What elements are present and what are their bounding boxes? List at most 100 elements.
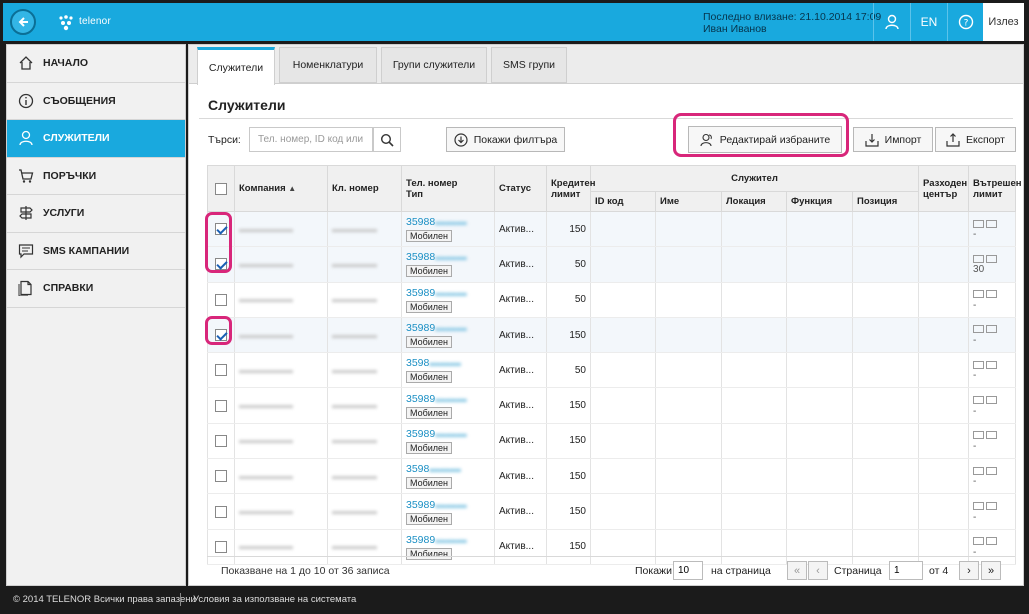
column-header-function[interactable]: Функция xyxy=(786,191,853,212)
sidebar-item-orders[interactable]: ПОРЪЧКИ xyxy=(7,158,185,195)
sidebar-item-services[interactable]: УСЛУГИ xyxy=(7,195,185,233)
table-row[interactable]: ▬▬▬▬▬▬ ▬▬▬▬▬ 35989▬▬▬ Мобилен Актив... 150- xyxy=(207,493,1017,530)
chat-icon[interactable] xyxy=(973,219,985,228)
column-header-id-code[interactable]: ID код xyxy=(590,191,656,212)
phone-link[interactable]: 35988▬▬▬ xyxy=(406,216,490,228)
column-header-company[interactable]: Компания ▲ xyxy=(234,165,328,212)
help-button[interactable]: ? xyxy=(947,3,983,41)
row-checkbox[interactable] xyxy=(215,223,227,236)
chat-icon[interactable] xyxy=(973,431,985,440)
column-header-phone[interactable]: Тел. номер Тип xyxy=(401,165,495,212)
sidebar-item-label: СЛУЖИТЕЛИ xyxy=(43,132,110,145)
tab-employees[interactable]: Служители xyxy=(197,47,275,85)
page-size-input[interactable] xyxy=(673,561,703,580)
table-row[interactable]: ▬▬▬▬▬▬ ▬▬▬▬▬ 35989▬▬▬ Мобилен Актив... 50- xyxy=(207,282,1017,318)
phone-link[interactable]: 35989▬▬▬ xyxy=(406,393,490,405)
phone-type-badge: Мобилен xyxy=(406,512,453,525)
sidebar-item-employees[interactable]: СЛУЖИТЕЛИ xyxy=(7,120,185,158)
row-checkbox[interactable] xyxy=(215,470,227,483)
row-checkbox[interactable] xyxy=(215,329,227,342)
select-all-checkbox[interactable] xyxy=(215,182,227,195)
chat-icon[interactable] xyxy=(973,395,985,404)
page-number-input[interactable] xyxy=(889,561,923,580)
column-header-client-no[interactable]: Кл. номер xyxy=(327,165,402,212)
table-row[interactable]: ▬▬▬▬▬▬ ▬▬▬▬▬ 35989▬▬▬ Мобилен Актив... 150- xyxy=(207,387,1017,424)
mail-icon[interactable] xyxy=(986,290,998,299)
chat-icon[interactable] xyxy=(973,325,985,334)
import-button[interactable]: Импорт xyxy=(853,127,933,152)
search-button[interactable] xyxy=(373,127,401,152)
tab-sms-groups[interactable]: SMS групи xyxy=(491,47,567,83)
table-row[interactable]: ▬▬▬▬▬▬ ▬▬▬▬▬ 35989▬▬▬ Мобилен Актив... 150- xyxy=(207,317,1017,354)
row-checkbox[interactable] xyxy=(215,540,227,553)
column-header-position[interactable]: Позиция xyxy=(851,191,920,212)
mail-icon[interactable] xyxy=(986,325,998,334)
column-header-location[interactable]: Локация xyxy=(721,191,787,212)
last-page-button[interactable]: » xyxy=(981,561,1001,580)
phone-link[interactable]: 35989▬▬▬ xyxy=(406,499,490,511)
mail-icon[interactable] xyxy=(986,360,998,369)
row-checkbox[interactable] xyxy=(215,434,227,447)
table-row[interactable]: ▬▬▬▬▬▬ ▬▬▬▬▬ 3598▬▬▬ Мобилен Актив... 150- xyxy=(207,458,1017,495)
sidebar-item-messages[interactable]: СЪОБЩЕНИЯ xyxy=(7,83,185,120)
mail-icon[interactable] xyxy=(986,219,998,228)
mail-icon[interactable] xyxy=(986,501,998,510)
phone-link[interactable]: 3598▬▬▬ xyxy=(406,357,490,369)
profile-button[interactable] xyxy=(873,3,910,41)
cost-center-cell xyxy=(918,423,970,460)
phone-link[interactable]: 3598▬▬▬ xyxy=(406,463,490,475)
language-button[interactable]: EN xyxy=(910,3,947,41)
first-page-button[interactable]: « xyxy=(787,561,807,580)
sidebar-item-sms-campaigns[interactable]: SMS КАМПАНИИ xyxy=(7,233,185,270)
terms-link[interactable]: Условия за използване на системата xyxy=(193,594,356,605)
phone-link[interactable]: 35989▬▬▬ xyxy=(406,534,490,546)
redacted-client-no: ▬▬▬▬▬ xyxy=(332,400,377,411)
sidebar-item-home[interactable]: НАЧАЛО xyxy=(7,45,185,83)
chat-icon[interactable] xyxy=(973,254,985,263)
edit-selected-button[interactable]: Редактирай избраните xyxy=(688,126,842,153)
function-cell xyxy=(786,458,853,495)
export-button[interactable]: Експорт xyxy=(935,127,1016,152)
chat-icon[interactable] xyxy=(973,290,985,299)
tab-employee-groups[interactable]: Групи служители xyxy=(381,47,487,83)
mail-icon[interactable] xyxy=(986,466,998,475)
column-header-status[interactable]: Статус xyxy=(494,165,547,212)
mail-icon[interactable] xyxy=(986,431,998,440)
chat-icon[interactable] xyxy=(973,466,985,475)
show-filters-button[interactable]: Покажи филтъра xyxy=(446,127,565,152)
table-row[interactable]: ▬▬▬▬▬▬ ▬▬▬▬▬ 3598▬▬▬ Мобилен Актив... 50- xyxy=(207,352,1017,389)
sidebar-item-reports[interactable]: СПРАВКИ xyxy=(7,270,185,308)
back-button[interactable] xyxy=(10,9,36,35)
column-header-cost-center[interactable]: Разходен център xyxy=(918,165,970,212)
row-checkbox[interactable] xyxy=(215,399,227,412)
row-checkbox[interactable] xyxy=(215,293,227,306)
logout-button[interactable]: Излез xyxy=(983,3,1024,41)
column-header-name[interactable]: Име xyxy=(655,191,722,212)
internal-limit-cell: - xyxy=(968,317,1017,354)
mail-icon[interactable] xyxy=(986,395,998,404)
table-row[interactable]: ▬▬▬▬▬▬ ▬▬▬▬▬ 35988▬▬▬ Мобилен Актив... 50 30 xyxy=(207,246,1017,283)
phone-link[interactable]: 35988▬▬▬ xyxy=(406,251,490,263)
tab-nomenclatures[interactable]: Номенклатури xyxy=(279,47,377,83)
phone-cell: 35989▬▬▬ Мобилен xyxy=(401,317,495,354)
column-header-credit-limit[interactable]: Кредитен лимит xyxy=(546,165,595,212)
redacted-phone-digits: ▬▬▬ xyxy=(429,463,461,476)
phone-link[interactable]: 35989▬▬▬ xyxy=(406,322,490,334)
previous-page-button[interactable]: ‹ xyxy=(808,561,828,580)
row-checkbox[interactable] xyxy=(215,258,227,271)
column-header-internal-limit[interactable]: Вътрешен лимит xyxy=(968,165,1021,212)
chat-icon[interactable] xyxy=(973,537,985,546)
redacted-client-no: ▬▬▬▬▬ xyxy=(332,435,377,446)
next-page-button[interactable]: › xyxy=(959,561,979,580)
table-row[interactable]: ▬▬▬▬▬▬ ▬▬▬▬▬ 35988▬▬▬ Мобилен Актив... 150- xyxy=(207,211,1017,248)
phone-link[interactable]: 35989▬▬▬ xyxy=(406,428,490,440)
phone-link[interactable]: 35989▬▬▬ xyxy=(406,287,490,299)
chat-icon[interactable] xyxy=(973,501,985,510)
search-input[interactable] xyxy=(249,127,373,152)
mail-icon[interactable] xyxy=(986,537,998,546)
mail-icon[interactable] xyxy=(986,254,998,263)
chat-icon[interactable] xyxy=(973,360,985,369)
row-checkbox[interactable] xyxy=(215,505,227,518)
row-checkbox[interactable] xyxy=(215,364,227,377)
table-row[interactable]: ▬▬▬▬▬▬ ▬▬▬▬▬ 35989▬▬▬ Мобилен Актив... 150- xyxy=(207,423,1017,460)
